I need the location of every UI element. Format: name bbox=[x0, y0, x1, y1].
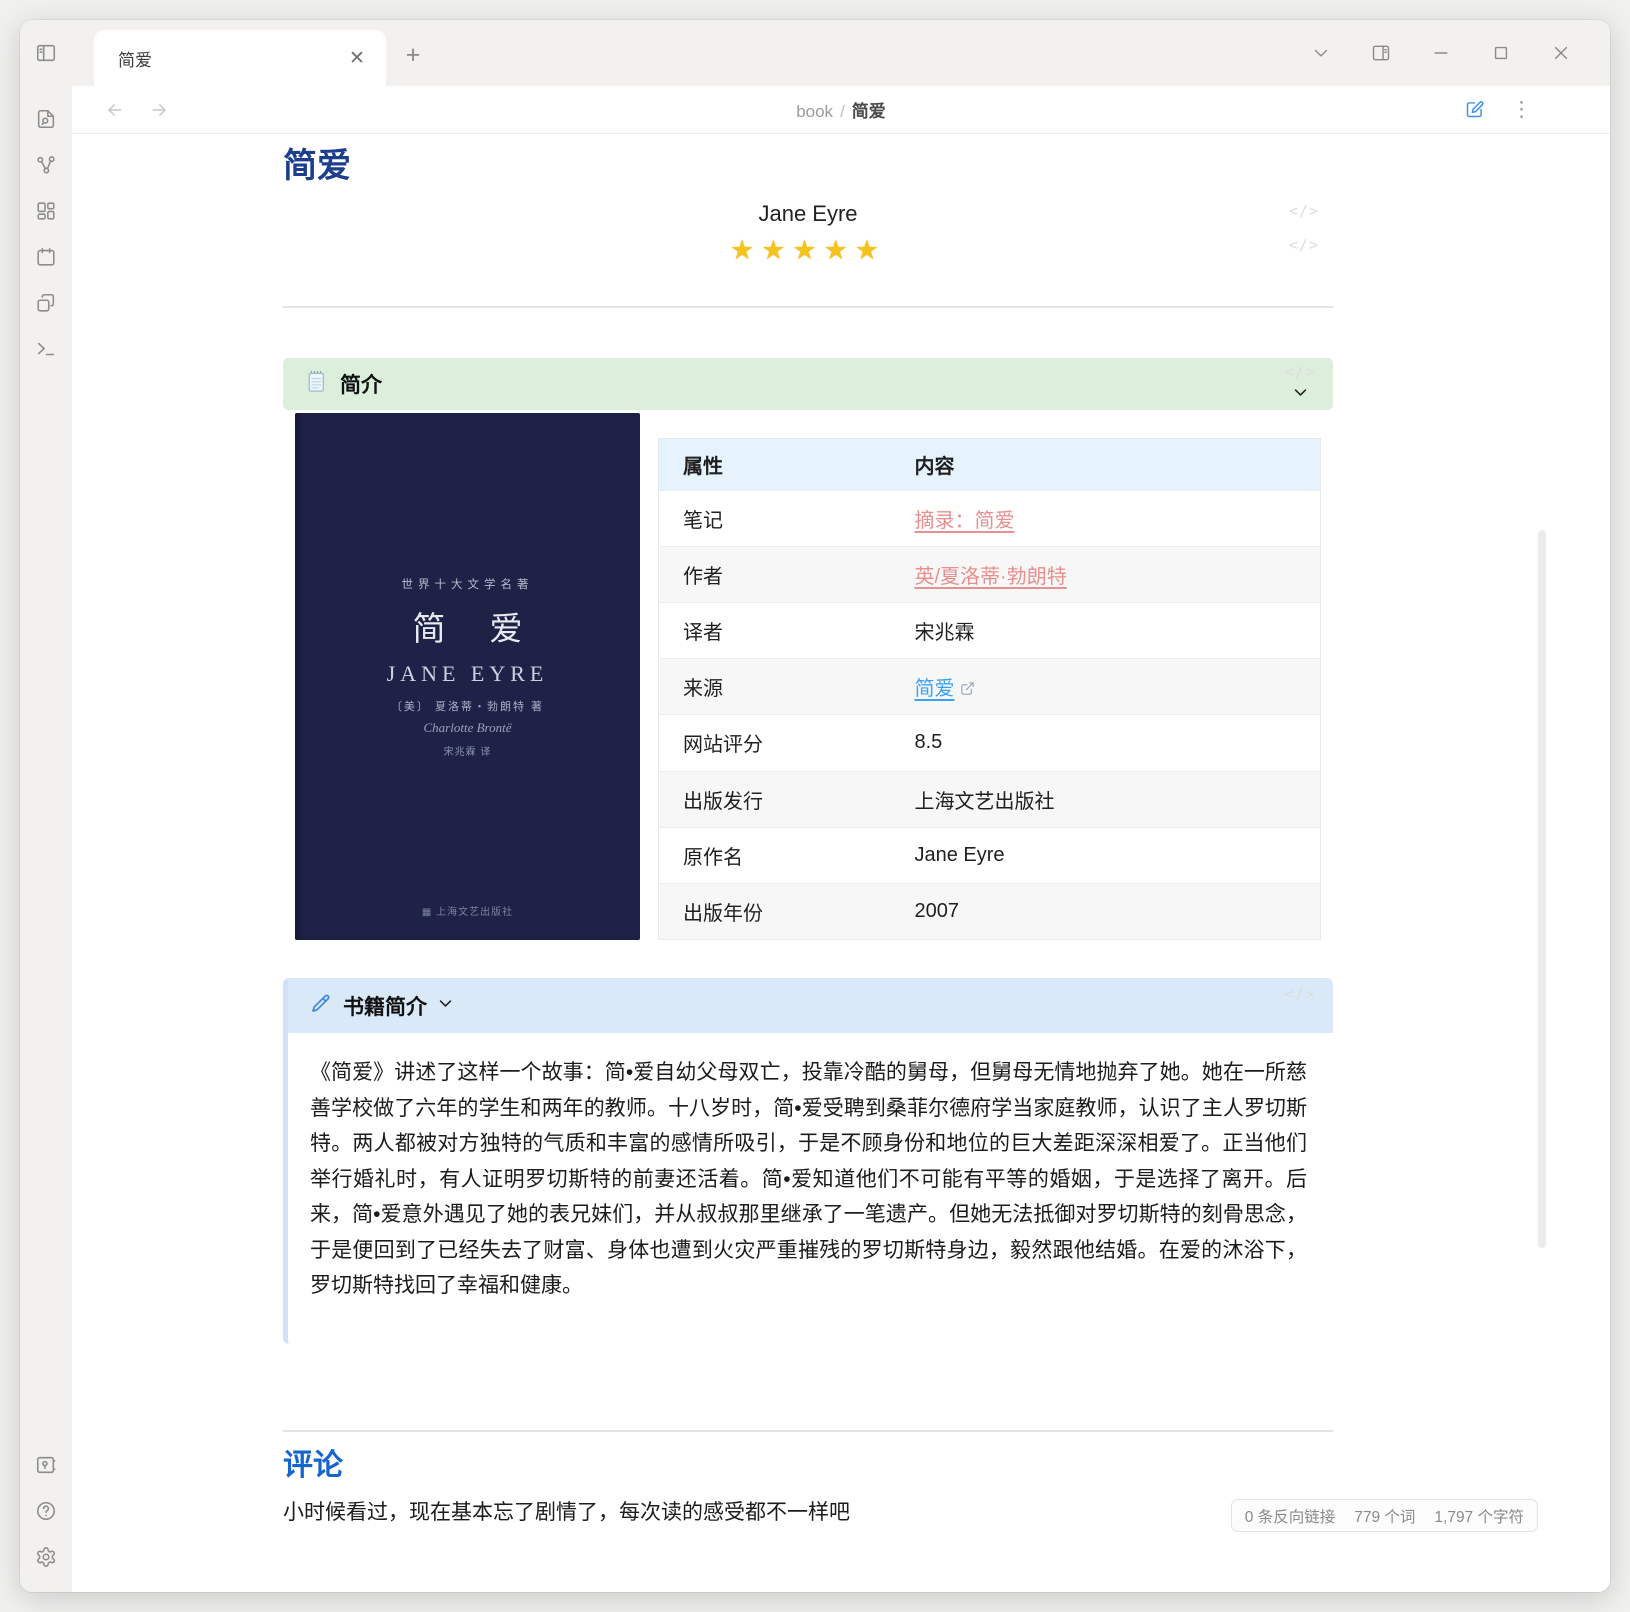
forward-arrow-icon[interactable] bbox=[144, 95, 174, 125]
table-row: 译者 宋兆霖 bbox=[659, 603, 1321, 659]
minimize-icon[interactable] bbox=[1426, 38, 1456, 68]
summary-callout-title: 书籍简介 bbox=[343, 991, 427, 1021]
tab-list-chevron-icon[interactable] bbox=[1306, 38, 1336, 68]
search-file-icon[interactable] bbox=[26, 99, 66, 139]
graph-view-icon[interactable] bbox=[26, 145, 66, 185]
word-count: 779 个词 bbox=[1354, 1505, 1415, 1527]
book-summary-text: 《简爱》讲述了这样一个故事：简•爱自幼父母双亡，投靠冷酷的舅母，但舅母无情地抛弃… bbox=[288, 1033, 1333, 1344]
breadcrumb-current: 简爱 bbox=[852, 102, 886, 121]
cover-title-en: JANE EYRE bbox=[295, 661, 640, 687]
tab-bar: 简爱 ✕ + bbox=[72, 20, 1610, 86]
source-external-link[interactable]: 简爱 bbox=[915, 678, 955, 700]
cover-translator: 宋兆霖 译 bbox=[295, 743, 640, 758]
table-header-row: 属性 内容 bbox=[659, 439, 1321, 491]
tab-close-icon[interactable]: ✕ bbox=[344, 45, 370, 71]
toggle-right-sidebar-icon[interactable] bbox=[1366, 38, 1396, 68]
toggle-left-sidebar-icon[interactable] bbox=[26, 33, 66, 73]
code-block-icon[interactable]: </> bbox=[1285, 985, 1315, 1003]
calendar-icon[interactable] bbox=[26, 237, 66, 277]
breadcrumb: book/简爱 bbox=[796, 97, 886, 122]
properties-table: 属性 内容 笔记 摘录：简爱 作者 英/夏洛蒂·勃朗特 bbox=[658, 438, 1321, 940]
note-scroll-area: 简爱 Jane Eyre ★★★★★ </> </> bbox=[72, 134, 1610, 1592]
cover-author: 〔美〕 夏洛蒂・勃朗特 著 bbox=[295, 698, 640, 714]
backlinks-count[interactable]: 0 条反向链接 bbox=[1245, 1505, 1335, 1527]
back-arrow-icon[interactable] bbox=[100, 95, 130, 125]
vault-switcher-icon[interactable] bbox=[26, 1445, 66, 1485]
more-options-icon[interactable]: ⋮ bbox=[1511, 99, 1532, 120]
char-count: 1,797 个字符 bbox=[1434, 1505, 1524, 1527]
scrollbar-thumb[interactable] bbox=[1538, 530, 1546, 1248]
cover-series-text: 世界十大文学名著 bbox=[295, 576, 640, 592]
external-link-icon bbox=[955, 678, 975, 700]
breadcrumb-parent[interactable]: book bbox=[796, 102, 833, 121]
cover-publisher: ▦ 上海文艺出版社 bbox=[295, 903, 640, 918]
table-row: 作者 英/夏洛蒂·勃朗特 bbox=[659, 547, 1321, 603]
note-link[interactable]: 摘录：简爱 bbox=[915, 510, 1015, 532]
close-window-icon[interactable] bbox=[1546, 38, 1576, 68]
collapse-chevron-icon[interactable] bbox=[437, 995, 454, 1017]
comments-heading: 评论 bbox=[283, 1446, 1333, 1486]
divider bbox=[283, 1430, 1333, 1432]
table-row: 出版发行 上海文艺出版社 bbox=[659, 771, 1321, 827]
cover-author-en: Charlotte Brontë bbox=[295, 720, 640, 736]
notepad-icon bbox=[303, 369, 328, 399]
duplicate-note-icon[interactable] bbox=[26, 283, 66, 323]
tab-jane-eyre[interactable]: 简爱 ✕ bbox=[94, 30, 386, 86]
book-subtitle: Jane Eyre bbox=[283, 198, 1333, 230]
rating-stars: ★★★★★ bbox=[283, 230, 1333, 270]
intro-callout-title: 简介 bbox=[340, 369, 382, 399]
table-row: 来源 简爱 bbox=[659, 659, 1321, 715]
intro-callout-header[interactable]: 简介 </> bbox=[283, 358, 1333, 410]
new-tab-button[interactable]: + bbox=[396, 38, 430, 72]
maximize-icon[interactable] bbox=[1486, 38, 1516, 68]
summary-callout: 书籍简介 </> 《简爱》讲述了这样一个故事：简•爱自幼父母双亡，投靠冷酷的舅母… bbox=[283, 978, 1333, 1344]
comment-text: 小时候看过，现在基本忘了剧情了，每次读的感受都不一样吧 bbox=[283, 1496, 1333, 1530]
table-row: 笔记 摘录：简爱 bbox=[659, 490, 1321, 546]
code-block-icon[interactable]: </> bbox=[1289, 236, 1319, 254]
note-title: 简爱 bbox=[283, 142, 1333, 190]
view-header: book/简爱 ⋮ bbox=[72, 86, 1610, 134]
table-row: 网站评分 8.5 bbox=[659, 715, 1321, 771]
edit-note-icon[interactable] bbox=[1459, 95, 1489, 125]
settings-gear-icon[interactable] bbox=[26, 1537, 66, 1577]
help-icon[interactable] bbox=[26, 1491, 66, 1531]
book-cover-image: 世界十大文学名著 简爱 JANE EYRE 〔美〕 夏洛蒂・勃朗特 著 Char… bbox=[295, 413, 640, 940]
cover-title-cn: 简爱 bbox=[295, 602, 640, 650]
collapse-chevron-icon[interactable] bbox=[1292, 384, 1309, 406]
table-row: 出版年份 2007 bbox=[659, 883, 1321, 939]
summary-callout-header[interactable]: 书籍简介 </> bbox=[288, 978, 1333, 1033]
status-bar: 0 条反向链接 779 个词 1,797 个字符 bbox=[1231, 1499, 1538, 1532]
terminal-icon[interactable] bbox=[26, 329, 66, 369]
code-block-icon[interactable]: </> bbox=[1285, 363, 1315, 381]
code-block-icon[interactable]: </> bbox=[1289, 202, 1319, 220]
dashboard-icon[interactable] bbox=[26, 191, 66, 231]
tab-title: 简爱 bbox=[118, 46, 344, 71]
app-window: 简爱 ✕ + book/简爱 ⋮ bbox=[20, 20, 1610, 1592]
pencil-icon bbox=[310, 993, 331, 1019]
author-link[interactable]: 英/夏洛蒂·勃朗特 bbox=[915, 566, 1067, 588]
intro-callout: 简介 </> 世界十大文学名著 简爱 JANE EYRE 〔美〕 夏洛蒂・勃朗特… bbox=[283, 358, 1333, 962]
table-row: 原作名 Jane Eyre bbox=[659, 827, 1321, 883]
left-ribbon bbox=[20, 20, 72, 1592]
divider bbox=[283, 306, 1333, 308]
